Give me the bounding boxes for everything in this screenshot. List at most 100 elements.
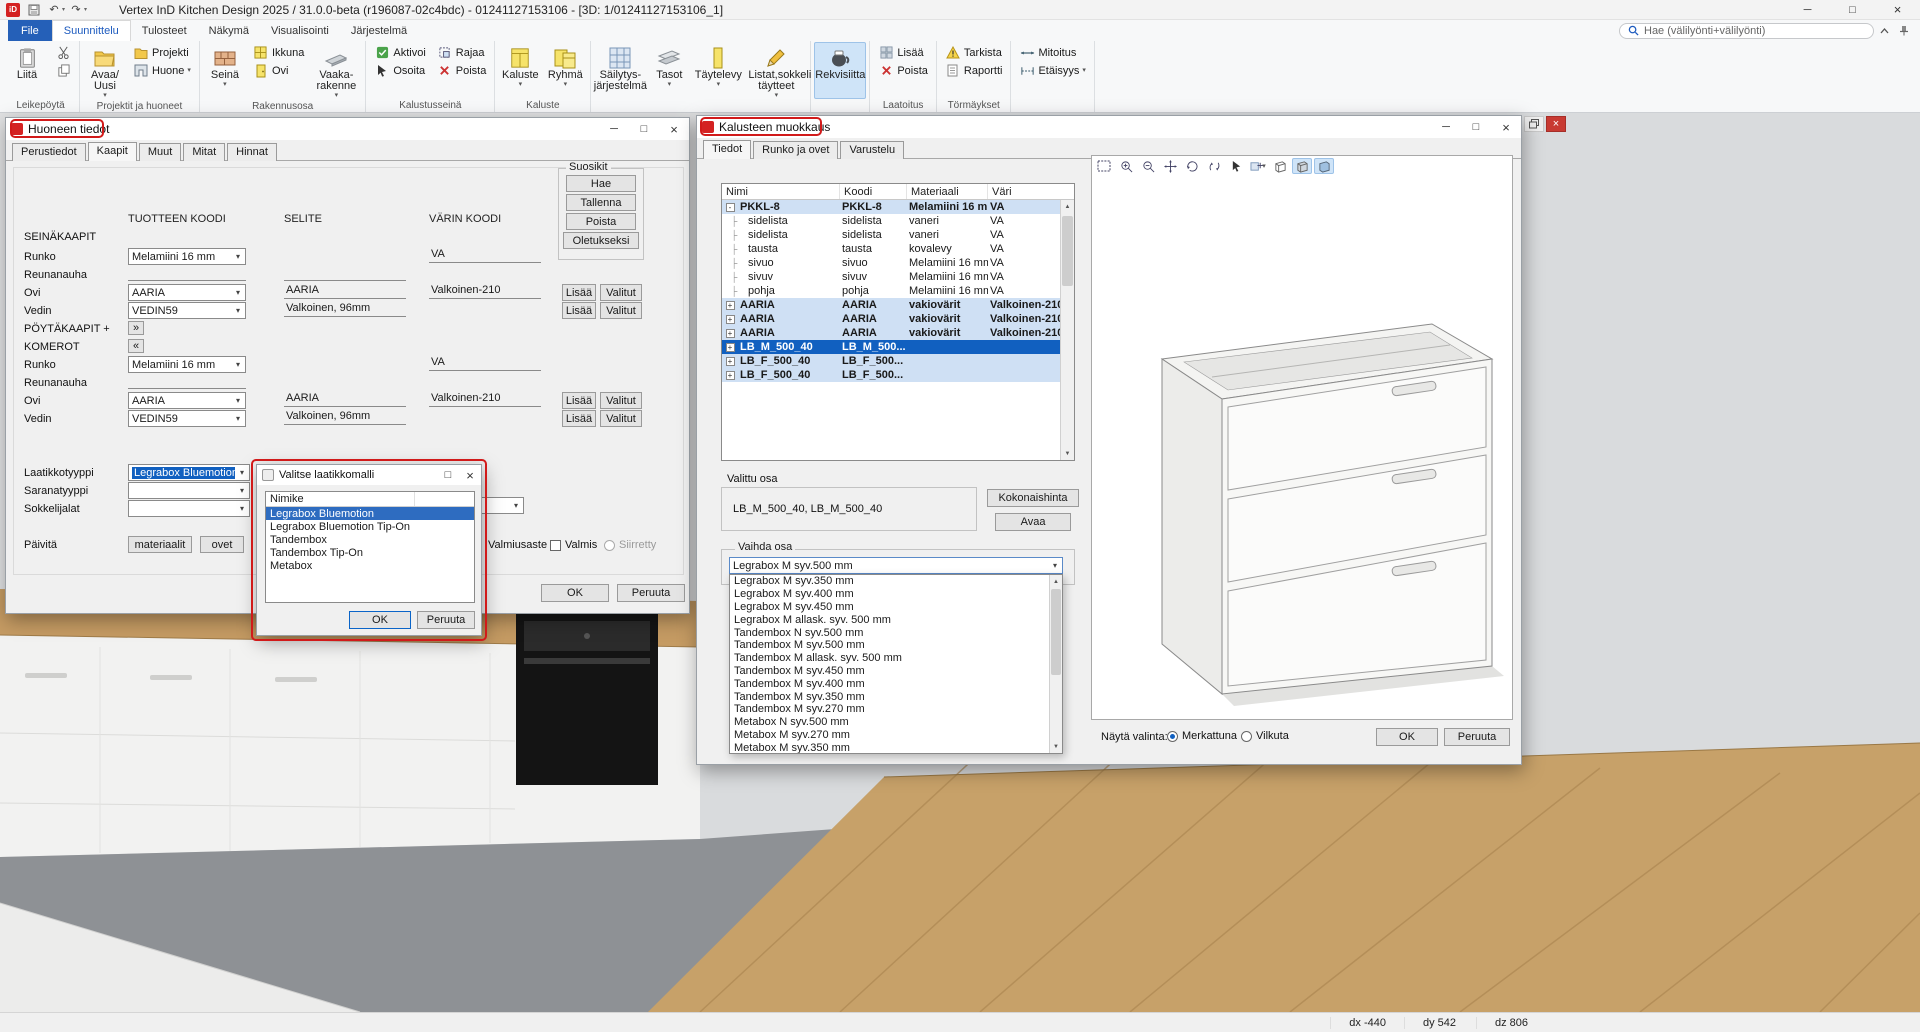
ovi1-vari-field[interactable]: Valkoinen-210 xyxy=(429,284,541,299)
preview-3d-panel[interactable]: ▾ xyxy=(1091,155,1513,720)
parts-table-row[interactable]: ├sidelistasidelistavaneriVA xyxy=(722,228,1060,242)
scroll-up-icon[interactable]: ▲ xyxy=(1050,575,1062,588)
save-icon[interactable] xyxy=(25,2,43,18)
pan-icon[interactable] xyxy=(1160,158,1180,174)
col-materiaali[interactable]: Materiaali xyxy=(907,184,988,199)
close-button[interactable]: × xyxy=(1875,0,1920,20)
dropdown-option[interactable]: Tandembox M syv.450 mm xyxy=(730,665,1049,678)
cancel-button[interactable]: Peruuta xyxy=(1444,728,1510,746)
group-button[interactable]: Ryhmä ▾ xyxy=(543,42,587,99)
mdi-close-button[interactable]: × xyxy=(1546,116,1566,132)
paste-button[interactable]: Liitä xyxy=(5,42,49,99)
reunanauha1-field[interactable] xyxy=(128,266,246,281)
ovi1-combo[interactable]: AARIA▾ xyxy=(128,284,246,301)
dropdown-option[interactable]: Tandembox N syv.500 mm xyxy=(730,626,1049,639)
open-button[interactable]: Avaa xyxy=(995,513,1071,531)
menu-tab-suunnittelu[interactable]: Suunnittelu xyxy=(52,20,131,41)
sokkelijalat-combo[interactable]: ▾ xyxy=(128,500,250,517)
parts-table-row[interactable]: ├taustataustakovalevyVA xyxy=(722,242,1060,256)
render-wireframe-icon[interactable] xyxy=(1270,158,1290,174)
menu-tab-jarjestelma[interactable]: Järjestelmä xyxy=(340,20,418,41)
collision-report-button[interactable]: Raportti xyxy=(940,62,1008,79)
dialog-titlebar[interactable]: Valitse laatikkomalli □ × xyxy=(257,465,481,485)
maximize-button[interactable]: □ xyxy=(1461,116,1491,138)
collapse-ribbon-icon[interactable] xyxy=(1874,22,1894,40)
vedin2-combo[interactable]: VEDIN59▾ xyxy=(128,410,246,427)
window-button[interactable]: Ikkuna xyxy=(248,44,309,61)
parts-table-row[interactable]: +LB_F_500_40LB_F_500... xyxy=(722,354,1060,368)
dropdown-option[interactable]: Legrabox M syv.450 mm xyxy=(730,601,1049,614)
dropdown-option[interactable]: Tandembox M syv.500 mm xyxy=(730,639,1049,652)
zoom-window-icon[interactable] xyxy=(1094,158,1114,174)
menu-tab-visualisointi[interactable]: Visualisointi xyxy=(260,20,340,41)
close-button[interactable]: × xyxy=(1491,116,1521,138)
cabinet-button[interactable]: Kaluste ▾ xyxy=(498,42,542,99)
mdi-restore-button[interactable] xyxy=(1524,116,1544,132)
props-button[interactable]: Rekvisiitta xyxy=(814,42,866,99)
scroll-down-icon[interactable]: ▼ xyxy=(1050,740,1062,753)
parts-table-row[interactable]: +AARIAAARIAvakioväritValkoinen-210 xyxy=(722,326,1060,340)
ok-button[interactable]: OK xyxy=(541,584,609,602)
scrollbar-thumb[interactable] xyxy=(1051,589,1061,675)
orbit-icon[interactable] xyxy=(1204,158,1224,174)
merkattuna-radio[interactable] xyxy=(1167,731,1178,742)
parts-table-scrollbar[interactable]: ▲ ▼ xyxy=(1060,200,1074,460)
expand-icon[interactable]: + xyxy=(722,343,738,352)
tab-varustelu[interactable]: Varustelu xyxy=(840,141,904,159)
dialog-titlebar[interactable]: Kalusteen muokkaus ─ □ × xyxy=(697,116,1521,138)
minimize-button[interactable]: ─ xyxy=(1785,0,1830,20)
expand-icon[interactable]: + xyxy=(722,301,738,310)
distance-button[interactable]: Etäisyys ▾ xyxy=(1014,62,1090,79)
pin-icon[interactable] xyxy=(1894,22,1914,40)
dropdown-option[interactable]: Legrabox M syv.400 mm xyxy=(730,588,1049,601)
tab-kaapit[interactable]: Kaapit xyxy=(88,142,137,161)
tab-perustiedot[interactable]: Perustiedot xyxy=(12,143,86,161)
ovi2-combo[interactable]: AARIA▾ xyxy=(128,392,246,409)
redo-icon[interactable]: ↷ xyxy=(67,2,85,18)
vedin2-valitut-button[interactable]: Valitut xyxy=(600,410,642,427)
menu-tab-file[interactable]: File xyxy=(8,20,52,41)
remove-tiling-button[interactable]: Poista xyxy=(873,62,933,79)
ovi2-lisaa-button[interactable]: Lisää xyxy=(562,392,596,409)
ok-button[interactable]: OK xyxy=(1376,728,1438,746)
tab-muut[interactable]: Muut xyxy=(139,143,181,161)
vedin1-selite-field[interactable]: Valkoinen, 96mm xyxy=(284,302,406,317)
reunanauha1-selite-field[interactable] xyxy=(284,266,406,281)
runko1-combo[interactable]: Melamiini 16 mm▾ xyxy=(128,248,246,265)
reunanauha2-field[interactable] xyxy=(128,374,246,389)
total-price-button[interactable]: Kokonaishinta xyxy=(987,489,1079,507)
favorites-delete-button[interactable]: Poista xyxy=(566,213,636,230)
copy-button[interactable] xyxy=(50,62,76,79)
titlebar[interactable]: iD ↶▾ ↷▾ Vertex InD Kitchen Design 2025 … xyxy=(0,0,1920,20)
vilkuta-radio[interactable] xyxy=(1241,731,1252,742)
delete-button[interactable]: Poista xyxy=(432,62,492,79)
tab-hinnat[interactable]: Hinnat xyxy=(227,143,277,161)
project-button[interactable]: Projekti xyxy=(128,44,196,61)
col-vari[interactable]: Väri xyxy=(988,184,1074,199)
crop-button[interactable]: Rajaa xyxy=(432,44,492,61)
runko1-vari-field[interactable]: VA xyxy=(429,248,541,263)
vedin1-combo[interactable]: VEDIN59▾ xyxy=(128,302,246,319)
cut-button[interactable] xyxy=(50,44,76,61)
point-button[interactable]: Osoita xyxy=(369,62,430,79)
redo-dropdown-icon[interactable]: ▾ xyxy=(84,6,87,13)
cancel-button[interactable]: Peruuta xyxy=(617,584,685,602)
parts-table-row[interactable]: +LB_M_500_40LB_M_500... xyxy=(722,340,1060,354)
dropdown-option[interactable]: Metabox M syv.270 mm xyxy=(730,729,1049,742)
expand-icon[interactable]: + xyxy=(722,357,738,366)
maximize-button[interactable]: □ xyxy=(1830,0,1875,20)
storage-system-button[interactable]: Säilytys-järjestelmä xyxy=(594,42,646,100)
dimension-button[interactable]: Mitoitus xyxy=(1014,44,1090,61)
minimize-button[interactable]: ─ xyxy=(599,118,629,140)
tab-tiedot[interactable]: Tiedot xyxy=(703,140,751,159)
list-item[interactable]: Tandembox Tip-On xyxy=(266,546,474,559)
parts-table-row[interactable]: -PKKL-8PKKL-8Melamiini 16 mmVA xyxy=(722,200,1060,214)
list-item[interactable]: Metabox xyxy=(266,559,474,572)
parts-table-row[interactable]: ├sidelistasidelistavaneriVA xyxy=(722,214,1060,228)
parts-table-row[interactable]: +AARIAAARIAvakioväritValkoinen-210 xyxy=(722,298,1060,312)
room-button[interactable]: Huone ▾ xyxy=(128,62,196,79)
levels-button[interactable]: Tasot ▾ xyxy=(647,42,691,100)
valmis-checkbox[interactable] xyxy=(550,540,561,551)
cancel-button[interactable]: Peruuta xyxy=(417,611,475,629)
vedin1-valitut-button[interactable]: Valitut xyxy=(600,302,642,319)
